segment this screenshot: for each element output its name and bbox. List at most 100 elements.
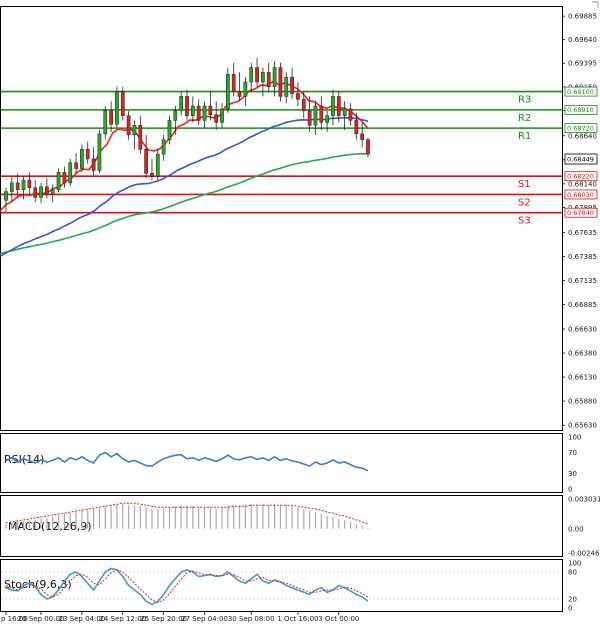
current-price-tag: 0.68449	[564, 153, 598, 165]
candle-body	[284, 76, 289, 97]
resistance-value-r1: 0.68720	[567, 124, 594, 132]
candle-body	[9, 182, 14, 192]
price-tick-label: 0.65880	[568, 398, 597, 406]
candle-body	[354, 120, 359, 135]
candle-body	[214, 114, 219, 123]
candle-body	[45, 186, 49, 195]
candle-body	[138, 124, 143, 150]
macd-tick-label: 0.00	[568, 525, 584, 533]
candle-body	[325, 115, 329, 123]
price-tick-label: 0.69885	[568, 13, 597, 21]
candle-body	[120, 91, 125, 116]
rsi-tick-label: 70	[568, 449, 577, 457]
candle-body	[132, 124, 137, 136]
candle-body	[266, 72, 271, 88]
x-tick-label: 25 Sep 20:00	[140, 615, 187, 623]
corner-marker-icon	[592, 1, 599, 8]
candle-body	[161, 139, 166, 155]
stoch-tick-label: 80	[568, 569, 577, 577]
x-axis: p 16:0020 Sep 00:0023 Sep 04:0024 Sep 12…	[1, 611, 359, 623]
candle-body	[56, 172, 61, 190]
price-tick-label: 0.67385	[568, 253, 597, 261]
candle-body	[91, 158, 96, 171]
candle-body	[313, 105, 318, 126]
candle-body	[336, 96, 341, 116]
candle-body	[220, 108, 224, 123]
candle-body	[226, 74, 230, 110]
macd-tick-label: 0.003031	[568, 496, 600, 504]
candle-body	[103, 110, 108, 135]
price-tick-label: 0.68140	[568, 180, 597, 188]
candle-body	[290, 76, 294, 94]
stoch-panel-frame	[0, 559, 563, 612]
candle-body	[301, 99, 306, 112]
x-tick-label: 30 Sep 08:00	[228, 615, 275, 623]
support-name-s3: S3	[518, 216, 531, 227]
candle-body	[249, 67, 254, 83]
support-value-s1: 0.68220	[567, 173, 594, 181]
candle-body	[208, 105, 213, 115]
rsi-tick-label: 100	[568, 434, 581, 442]
price-tick-label: 0.65630	[568, 422, 597, 430]
candle-body	[33, 187, 38, 198]
candle-body	[278, 67, 283, 97]
price-tick-label: 0.66630	[568, 326, 597, 334]
candle-body	[185, 96, 189, 116]
candle-body	[15, 182, 20, 190]
candle-body	[50, 189, 55, 195]
price-tick-label: 0.69640	[568, 36, 597, 44]
support-value-s3: 0.67840	[567, 209, 594, 217]
candle-body	[331, 96, 335, 116]
rsi-panel-frame	[0, 433, 563, 493]
price-tick-label: 0.66130	[568, 374, 597, 382]
candle-body	[150, 173, 154, 177]
candle-body	[237, 91, 242, 97]
candle-body	[74, 162, 78, 169]
candle-body	[85, 149, 90, 160]
candle-body	[202, 105, 207, 121]
candle-body	[261, 72, 265, 83]
resistance-value-r2: 0.68910	[567, 106, 594, 114]
stoch-tick-label: 20	[568, 596, 577, 604]
price-tick-label: 0.66380	[568, 350, 597, 358]
resistance-name-r3: R3	[518, 95, 531, 106]
candle-body	[21, 179, 26, 190]
candle-body	[342, 108, 347, 116]
macd-tick-label: -0.002465	[568, 550, 600, 558]
candle-body	[144, 149, 148, 174]
candle-body	[97, 133, 102, 171]
x-tick-label: 1 Oct 16:00	[277, 615, 318, 623]
support-name-s2: S2	[518, 197, 531, 208]
candle-body	[62, 172, 67, 184]
candle-body	[190, 105, 195, 116]
macd-label: MACD(12,26,9)	[8, 520, 92, 533]
resistance-name-r2: R2	[518, 113, 531, 124]
price-tick-label: 0.67135	[568, 277, 597, 285]
candle-body	[155, 153, 160, 177]
candle-body	[243, 81, 248, 97]
stoch-tick-label: 0	[568, 605, 572, 613]
price-tick-label: 0.69395	[568, 60, 597, 68]
candle-body	[348, 108, 353, 121]
candle-body	[307, 110, 312, 126]
rsi-tick-label: 0	[568, 486, 572, 494]
price-y-axis: 0.698850.696400.693950.691500.689050.686…	[562, 13, 597, 430]
candle-body	[231, 74, 236, 92]
candle-body	[255, 67, 259, 83]
x-tick-label: 27 Sep 04:00	[181, 615, 228, 623]
candle-body	[109, 110, 113, 125]
candle-body	[366, 139, 370, 155]
candle-body	[173, 110, 178, 121]
x-tick-label: 20 Sep 00:00	[18, 615, 65, 623]
price-tick-label: 0.66885	[568, 301, 597, 309]
candle-body	[319, 105, 324, 123]
x-tick-label: 24 Sep 12:00	[99, 615, 146, 623]
candle-body	[27, 179, 32, 188]
candle-body	[126, 115, 131, 136]
candle-body	[4, 191, 8, 201]
candle-body	[296, 93, 300, 100]
resistance-value-r3: 0.69100	[567, 88, 594, 96]
candle-body	[80, 149, 84, 169]
candle-body	[39, 186, 43, 198]
candle-body	[272, 67, 277, 88]
